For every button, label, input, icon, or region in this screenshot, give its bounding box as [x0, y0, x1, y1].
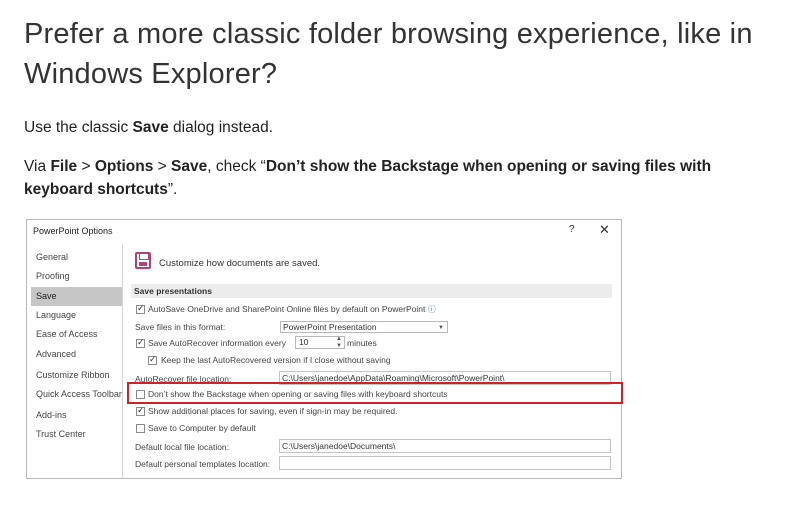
save-disk-icon [135, 252, 151, 269]
default-local-field[interactable]: C:\Users\janedoe\Documents\ [279, 439, 611, 453]
autorecover-minutes-stepper[interactable]: 10 ▲ ▼ [295, 336, 345, 349]
p2-save-bold: Save [171, 158, 208, 175]
p2-sep-1: > [77, 158, 95, 175]
p2-file-bold: File [50, 158, 78, 175]
nav-item-ease-of-access[interactable]: Ease of Access [31, 325, 122, 344]
nav-item-general[interactable]: General [31, 248, 122, 267]
keep-last-label: Keep the last AutoRecovered version if I… [161, 355, 391, 365]
personal-templates-label: Default personal templates location: [135, 459, 271, 469]
format-label: Save files in this format: [135, 322, 226, 332]
nav-item-advanced[interactable]: Advanced [31, 345, 122, 364]
paragraph-instructions: Via File > Options > Save, check “Don’t … [24, 155, 784, 201]
p1-text-a: Use the classic [24, 119, 133, 136]
nav-item-trust-center[interactable]: Trust Center [31, 425, 122, 444]
default-local-label: Default local file location: [135, 442, 230, 452]
format-select-value: PowerPoint Presentation [283, 322, 377, 332]
dialog-title: PowerPoint Options [33, 226, 113, 236]
panel-header-text: Customize how documents are saved. [159, 258, 321, 269]
minutes-label: minutes [347, 338, 377, 348]
nav-item-customize-ribbon[interactable]: Customize Ribbon [31, 366, 122, 385]
autosave-label: AutoSave OneDrive and SharePoint Online … [148, 304, 426, 314]
chevron-down-icon: ▼ [438, 325, 444, 331]
p1-text-c: dialog instead. [168, 119, 274, 136]
spin-down-icon[interactable]: ▼ [336, 341, 342, 352]
save-to-computer-checkbox[interactable] [136, 424, 145, 433]
format-select[interactable]: PowerPoint Presentation ▼ [280, 321, 448, 333]
autosave-row: AutoSave OneDrive and SharePoint Online … [148, 304, 436, 315]
p2-text-d: ”. [167, 181, 178, 198]
nav-item-proofing[interactable]: Proofing [31, 267, 122, 286]
autorecover-minutes-value: 10 [299, 337, 309, 347]
paragraph-use-classic: Use the classic Save dialog instead. [24, 116, 273, 139]
p1-save-bold: Save [132, 119, 169, 136]
p2-text-c: , check “ [207, 158, 266, 175]
p2-sep-2: > [153, 158, 172, 175]
options-nav: General Proofing Save Language Ease of A… [31, 244, 123, 478]
help-button[interactable]: ? [569, 224, 575, 235]
nav-item-quick-access-toolbar[interactable]: Quick Access Toolbar [31, 385, 122, 404]
additional-places-label: Show additional places for saving, even … [148, 406, 398, 416]
save-to-computer-label: Save to Computer by default [148, 423, 256, 433]
dialog-titlebar: PowerPoint Options ? ✕ [27, 220, 621, 242]
save-settings-panel: Customize how documents are saved. Save … [127, 244, 621, 478]
powerpoint-options-dialog: PowerPoint Options ? ✕ General Proofing … [26, 219, 622, 479]
nav-item-add-ins[interactable]: Add-ins [31, 406, 122, 425]
p2-text-a: Via [24, 158, 51, 175]
additional-places-checkbox[interactable] [136, 405, 145, 416]
p2-options-bold: Options [94, 158, 154, 175]
personal-templates-field[interactable] [279, 456, 611, 470]
keep-last-checkbox[interactable] [148, 354, 157, 365]
autorecover-label: Save AutoRecover information every [148, 338, 286, 348]
nav-item-save[interactable]: Save [31, 287, 122, 306]
info-icon: ⓘ [427, 305, 436, 314]
autosave-checkbox[interactable] [136, 303, 145, 314]
autorecover-checkbox[interactable] [136, 337, 145, 348]
section-header-save-presentations: Save presentations [131, 284, 612, 298]
nav-item-language[interactable]: Language [31, 306, 122, 325]
article-heading: Prefer a more classic folder browsing ex… [24, 18, 753, 90]
highlight-box [127, 382, 623, 404]
close-button[interactable]: ✕ [599, 222, 610, 238]
